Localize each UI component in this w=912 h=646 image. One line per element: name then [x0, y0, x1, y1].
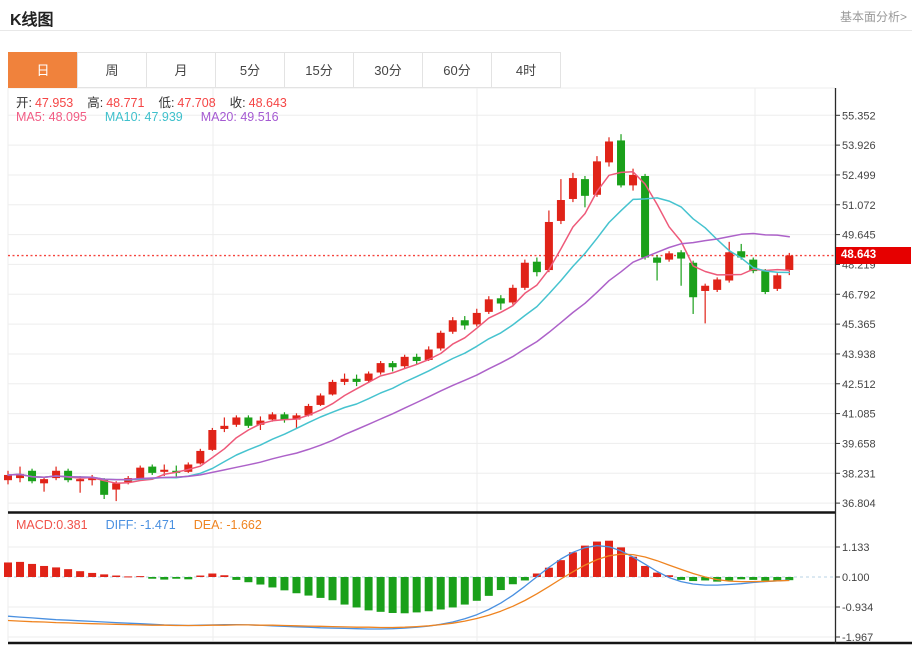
svg-text:55.352: 55.352 — [842, 110, 876, 122]
svg-text:51.072: 51.072 — [842, 200, 876, 212]
macd-legend-item: DEA: -1.662 — [194, 518, 262, 532]
macd-legend: MACD:0.381 DIFF: -1.471 DEA: -1.662 — [16, 518, 280, 532]
page-title: K线图 — [10, 6, 54, 30]
tab-15min[interactable]: 15分 — [284, 52, 354, 88]
ohlc-label: 收: — [230, 96, 246, 110]
tab-5min[interactable]: 5分 — [215, 52, 285, 88]
ma-legend-item: MA5: 48.095 — [16, 110, 87, 124]
ohlc-legend: 开:47.953 高:48.771 低:47.708 收:48.643 — [16, 92, 301, 111]
tab-30min[interactable]: 30分 — [353, 52, 423, 88]
current-price-badge: 48.643 — [836, 247, 911, 264]
tab-day[interactable]: 日 — [8, 52, 78, 88]
svg-text:39.658: 39.658 — [842, 438, 876, 450]
ohlc-label: 高: — [87, 96, 103, 110]
svg-text:0.100: 0.100 — [842, 572, 870, 584]
svg-text:-1.967: -1.967 — [842, 632, 873, 644]
ma-legend-item: MA20: 49.516 — [201, 110, 279, 124]
svg-text:-0.934: -0.934 — [842, 602, 873, 614]
ohlc-value: 47.953 — [35, 96, 73, 110]
svg-text:53.926: 53.926 — [842, 140, 876, 152]
svg-text:45.365: 45.365 — [842, 319, 876, 331]
svg-text:1.133: 1.133 — [842, 542, 870, 554]
svg-text:43.938: 43.938 — [842, 349, 876, 361]
tab-month[interactable]: 月 — [146, 52, 216, 88]
ma-legend-item: MA10: 47.939 — [105, 110, 183, 124]
svg-text:42.512: 42.512 — [842, 379, 876, 391]
tab-4hour[interactable]: 4时 — [491, 52, 561, 88]
ohlc-value: 48.771 — [106, 96, 144, 110]
svg-text:46.792: 46.792 — [842, 289, 876, 301]
ma-legend: MA5: 48.095 MA10: 47.939 MA20: 49.516 — [16, 110, 297, 124]
ohlc-label: 开: — [16, 96, 32, 110]
ohlc-value: 47.708 — [177, 96, 215, 110]
svg-text:41.085: 41.085 — [842, 409, 876, 421]
svg-text:52.499: 52.499 — [842, 170, 876, 182]
fundamental-analysis-link[interactable]: 基本面分析> — [840, 8, 907, 25]
tab-60min[interactable]: 60分 — [422, 52, 492, 88]
svg-text:36.804: 36.804 — [842, 498, 876, 510]
ohlc-value: 48.643 — [249, 96, 287, 110]
macd-legend-item: DIFF: -1.471 — [106, 518, 176, 532]
ohlc-label: 低: — [158, 96, 174, 110]
svg-text:38.231: 38.231 — [842, 468, 876, 480]
svg-text:49.645: 49.645 — [842, 230, 876, 242]
period-tabs: 日周月5分15分30分60分4时 — [8, 52, 561, 88]
macd-legend-item: MACD:0.381 — [16, 518, 88, 532]
tab-week[interactable]: 周 — [77, 52, 147, 88]
